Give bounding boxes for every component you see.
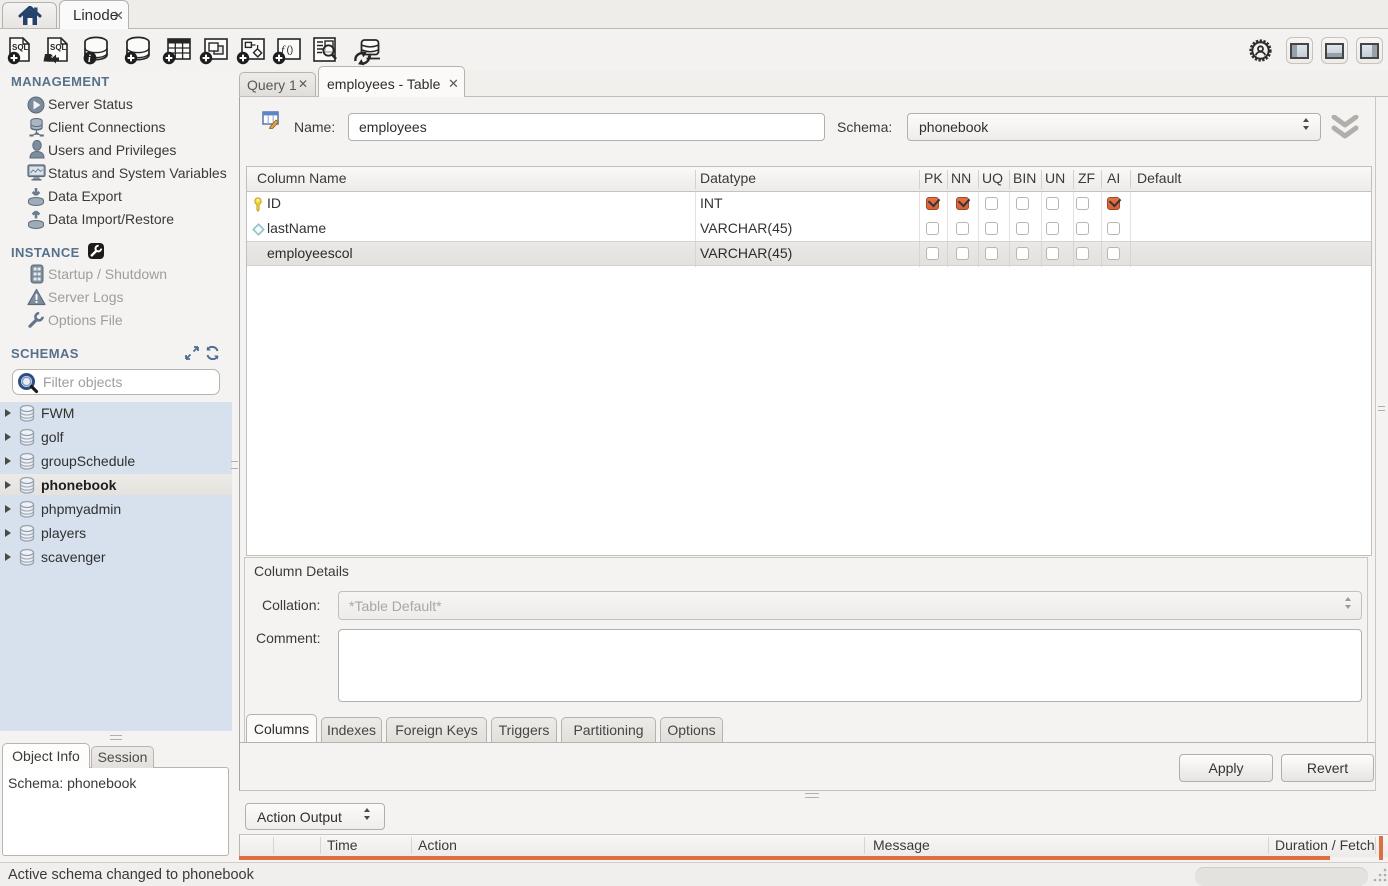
svg-text:(): () — [287, 45, 294, 56]
svg-text:i: i — [88, 54, 91, 65]
